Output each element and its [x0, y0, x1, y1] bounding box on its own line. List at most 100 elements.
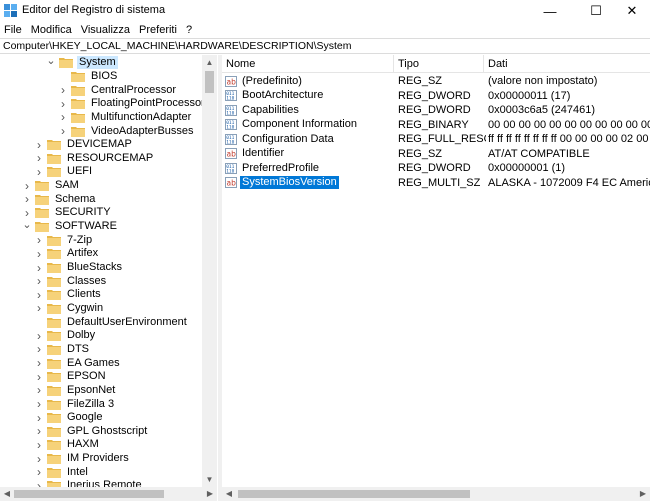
tree-item[interactable]: › Schema: [22, 193, 97, 207]
chevron-right-icon[interactable]: ›: [58, 98, 68, 110]
chevron-right-icon[interactable]: ›: [34, 152, 44, 164]
list-scroll-right-icon[interactable]: ▶: [636, 487, 650, 501]
tree-horizontal-scrollbar[interactable]: ◀ ▶: [0, 487, 217, 501]
chevron-right-icon[interactable]: ›: [22, 180, 32, 192]
tree-item[interactable]: › Google: [34, 411, 104, 425]
chevron-right-icon[interactable]: ›: [34, 371, 44, 383]
chevron-right-icon[interactable]: ›: [34, 384, 44, 396]
tree-item[interactable]: › EPSON: [34, 370, 108, 384]
tree-item[interactable]: › DTS: [34, 343, 91, 357]
chevron-right-icon[interactable]: ›: [34, 275, 44, 287]
chevron-right-icon[interactable]: ›: [58, 125, 68, 137]
tree-item[interactable]: › Inerius Remote: [34, 479, 144, 487]
tree-item[interactable]: › Clients: [34, 288, 103, 302]
chevron-right-icon[interactable]: ›: [34, 302, 44, 314]
tree-item[interactable]: › IM Providers: [34, 452, 131, 466]
column-header-data[interactable]: Dati: [484, 55, 650, 73]
chevron-right-icon[interactable]: ›: [34, 289, 44, 301]
chevron-right-icon[interactable]: ›: [34, 139, 44, 151]
value-row[interactable]: ab (Predefinito) REG_SZ (valore non imposta…: [222, 74, 650, 89]
value-row[interactable]: ab SystemBiosVersion REG_MULTI_SZ ALASKA - …: [222, 176, 650, 191]
value-row[interactable]: 011 110 Capabilities REG_DWORD 0x0003c6a5 (2…: [222, 103, 650, 118]
tree-item[interactable]: › CentralProcessor: [58, 83, 178, 97]
tree-scroll-up-icon[interactable]: ▲: [202, 55, 217, 70]
chevron-right-icon[interactable]: ›: [34, 330, 44, 342]
registry-key-tree[interactable]: ⌄ System BIOS › CentralProcessor › FloatingPoi…: [0, 55, 216, 487]
window-title: Editor del Registro di sistema: [22, 4, 166, 16]
minimize-button[interactable]: —: [530, 0, 570, 22]
tree-item[interactable]: › FloatingPointProcessor: [58, 97, 207, 111]
chevron-right-icon[interactable]: ›: [34, 466, 44, 478]
registry-editor-icon: [4, 4, 17, 17]
tree-item[interactable]: › SECURITY: [22, 206, 113, 220]
tree-hscroll-thumb[interactable]: [14, 490, 164, 498]
tree-item-label: Dolby: [67, 329, 96, 342]
tree-scroll-right-icon[interactable]: ▶: [203, 487, 217, 501]
tree-item[interactable]: › RESOURCEMAP: [34, 152, 155, 166]
close-button[interactable]: ✕: [612, 0, 650, 22]
tree-item[interactable]: › Intel: [34, 466, 90, 480]
address-bar[interactable]: Computer\HKEY_LOCAL_MACHINE\HARDWARE\DES…: [0, 38, 650, 54]
menu-modifica[interactable]: Modifica: [27, 22, 77, 38]
tree-item[interactable]: › Artifex: [34, 247, 100, 261]
chevron-right-icon[interactable]: ›: [34, 262, 44, 274]
maximize-button[interactable]: ☐: [576, 0, 616, 22]
chevron-right-icon[interactable]: ›: [22, 193, 32, 205]
chevron-right-icon[interactable]: ›: [34, 425, 44, 437]
column-header-type[interactable]: Tipo: [394, 55, 484, 73]
tree-item-label: VideoAdapterBusses: [91, 124, 194, 137]
chevron-right-icon[interactable]: ›: [34, 412, 44, 424]
chevron-down-icon[interactable]: ⌄: [46, 55, 56, 68]
tree-vertical-scrollbar[interactable]: ▲ ▼: [202, 55, 217, 487]
tree-item[interactable]: › MultifunctionAdapter: [58, 111, 193, 125]
chevron-down-icon[interactable]: ⌄: [22, 219, 32, 232]
values-list[interactable]: Nome Tipo Dati ab (Predefinito) REG_SZ (val…: [222, 55, 650, 487]
chevron-right-icon[interactable]: ›: [58, 84, 68, 96]
tree-item[interactable]: BIOS: [58, 70, 119, 84]
tree-item[interactable]: › FileZilla 3: [34, 397, 116, 411]
tree-item[interactable]: › Dolby: [34, 329, 97, 343]
tree-item[interactable]: ⌄ SOFTWARE: [22, 219, 119, 234]
tree-item[interactable]: › GPL Ghostscript: [34, 425, 149, 439]
menu-file[interactable]: File: [0, 22, 27, 38]
tree-item[interactable]: › Classes: [34, 274, 108, 288]
tree-item[interactable]: › SAM: [22, 179, 81, 193]
value-row[interactable]: 011 110 Component Information REG_BINARY 00 …: [222, 118, 650, 133]
tree-item[interactable]: › 7-Zip: [34, 233, 94, 247]
tree-scroll-left-icon[interactable]: ◀: [0, 487, 14, 501]
value-row[interactable]: 011 110 PreferredProfile REG_DWORD 0x0000000…: [222, 161, 650, 176]
tree-item[interactable]: › EA Games: [34, 356, 122, 370]
tree-item[interactable]: › BlueStacks: [34, 261, 124, 275]
chevron-right-icon[interactable]: ›: [34, 453, 44, 465]
tree-item[interactable]: › Cygwin: [34, 302, 105, 316]
chevron-right-icon[interactable]: ›: [34, 166, 44, 178]
chevron-right-icon[interactable]: ›: [22, 207, 32, 219]
list-horizontal-scrollbar[interactable]: ◀ ▶: [222, 487, 650, 501]
tree-item[interactable]: › HAXM: [34, 438, 101, 452]
tree-item[interactable]: ⌄ System: [46, 55, 118, 70]
menu-help[interactable]: ?: [182, 22, 197, 38]
tree-scroll-down-icon[interactable]: ▼: [202, 472, 217, 487]
chevron-right-icon[interactable]: ›: [34, 357, 44, 369]
chevron-right-icon[interactable]: ›: [34, 234, 44, 246]
menu-preferiti[interactable]: Preferiti: [135, 22, 182, 38]
value-type: REG_DWORD: [398, 89, 471, 102]
value-row[interactable]: 011 110 BootArchitecture REG_DWORD 0x0000001…: [222, 89, 650, 104]
tree-item[interactable]: › VideoAdapterBusses: [58, 124, 196, 138]
tree-item[interactable]: › EpsonNet: [34, 384, 117, 398]
column-header-name[interactable]: Nome: [222, 55, 394, 73]
chevron-right-icon[interactable]: ›: [34, 343, 44, 355]
menu-visualizza[interactable]: Visualizza: [77, 22, 135, 38]
value-row[interactable]: ab Identifier REG_SZ AT/AT COMPATIBLE: [222, 147, 650, 162]
tree-item[interactable]: › DEVICEMAP: [34, 138, 134, 152]
tree-scroll-thumb[interactable]: [205, 71, 214, 93]
chevron-right-icon[interactable]: ›: [34, 248, 44, 260]
list-scroll-left-icon[interactable]: ◀: [222, 487, 236, 501]
chevron-right-icon[interactable]: ›: [34, 398, 44, 410]
list-hscroll-thumb[interactable]: [238, 490, 470, 498]
tree-item[interactable]: DefaultUserEnvironment: [34, 315, 189, 329]
tree-item[interactable]: › UEFI: [34, 165, 94, 179]
chevron-right-icon[interactable]: ›: [58, 111, 68, 123]
value-row[interactable]: 011110 Configuration Data REG_FULL_RESOU..…: [222, 132, 650, 147]
chevron-right-icon[interactable]: ›: [34, 439, 44, 451]
